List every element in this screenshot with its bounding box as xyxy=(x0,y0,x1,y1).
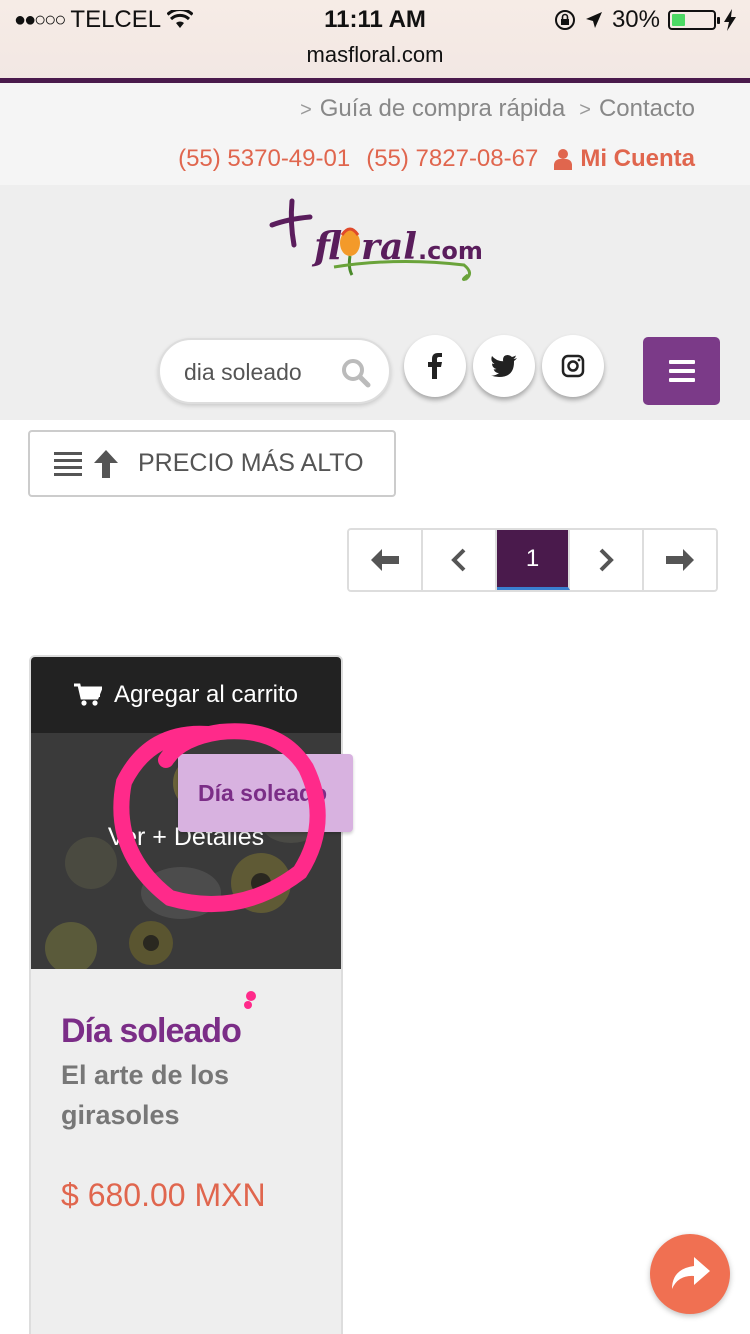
location-arrow-icon xyxy=(585,12,602,28)
arrow-left-icon xyxy=(370,549,399,571)
chevron-left-icon xyxy=(450,548,466,572)
phone-link-1[interactable]: (55) 5370-49-01 xyxy=(178,145,350,173)
charging-bolt-icon xyxy=(724,9,736,31)
search-input[interactable] xyxy=(184,354,334,390)
instagram-icon xyxy=(561,354,585,378)
share-button[interactable] xyxy=(650,1234,730,1314)
facebook-button[interactable] xyxy=(404,335,466,397)
address-bar-url[interactable]: masfloral.com xyxy=(0,42,750,68)
list-icon xyxy=(54,451,82,476)
my-account-link[interactable]: Mi Cuenta xyxy=(554,145,695,173)
status-right: 30% xyxy=(554,6,736,34)
twitter-icon xyxy=(491,355,517,377)
arrow-right-icon xyxy=(666,549,695,571)
product-subtitle: El arte de los girasoles xyxy=(61,1060,230,1130)
arrow-up-icon xyxy=(94,449,118,478)
rotation-lock-icon xyxy=(554,10,575,30)
masfloral-logo[interactable]: fl ral .com xyxy=(268,193,488,283)
tooltip-text: Día soleado xyxy=(198,780,328,806)
phone-link-2[interactable]: (55) 7827-08-67 xyxy=(366,145,538,173)
chevron-right-icon: > xyxy=(579,99,591,121)
search-box xyxy=(158,338,391,404)
twitter-button[interactable] xyxy=(473,335,535,397)
site-header: fl ral .com xyxy=(0,185,750,420)
status-bar: ●●○○○ TELCEL 11:11 AM 30% masfloral.com xyxy=(0,0,750,80)
chevron-right-icon: > xyxy=(300,99,312,121)
menu-bar xyxy=(668,369,695,373)
product-price: $ 680.00 MXN xyxy=(61,1177,266,1213)
first-page-button[interactable] xyxy=(349,530,423,590)
battery-icon xyxy=(668,10,720,30)
svg-text:fl: fl xyxy=(311,223,342,268)
shopping-cart-icon xyxy=(73,683,102,706)
hamburger-menu-button[interactable] xyxy=(643,337,720,405)
add-to-cart-label: Agregar al carrito xyxy=(113,681,299,708)
current-page[interactable]: 1 xyxy=(496,530,571,590)
battery-percent: 30% xyxy=(611,6,660,33)
instagram-button[interactable] xyxy=(542,335,604,397)
utility-links: > Guía de compra rápida > Contacto xyxy=(300,95,695,123)
pagination: 1 xyxy=(347,528,718,592)
share-arrow-icon xyxy=(672,1257,710,1289)
menu-bar xyxy=(668,360,695,364)
next-page-button[interactable] xyxy=(570,530,645,590)
last-page-button[interactable] xyxy=(644,530,716,590)
facebook-icon xyxy=(428,353,442,379)
chevron-right-icon xyxy=(599,548,615,572)
menu-bar xyxy=(668,378,695,382)
top-links-bar: > Guía de compra rápida > Contacto (55) 53… xyxy=(0,83,750,185)
sort-by-price-button[interactable]: PRECIO MÁS ALTO xyxy=(28,430,396,497)
contact-link[interactable]: > Contacto xyxy=(579,95,695,123)
add-to-cart-button[interactable]: Agregar al carrito xyxy=(31,657,341,733)
contact-info: (55) 5370-49-01 (55) 7827-08-67 Mi Cuent… xyxy=(178,145,695,173)
previous-page-button[interactable] xyxy=(422,530,497,590)
product-name-tooltip: Día soleado xyxy=(178,754,353,832)
quick-guide-link[interactable]: > Guía de compra rápida xyxy=(300,95,565,123)
annotation-mark xyxy=(244,991,256,1009)
product-name[interactable]: Día soleado xyxy=(61,1012,242,1051)
search-icon[interactable] xyxy=(341,358,371,388)
user-icon xyxy=(554,149,573,170)
sort-label: PRECIO MÁS ALTO xyxy=(138,449,364,477)
